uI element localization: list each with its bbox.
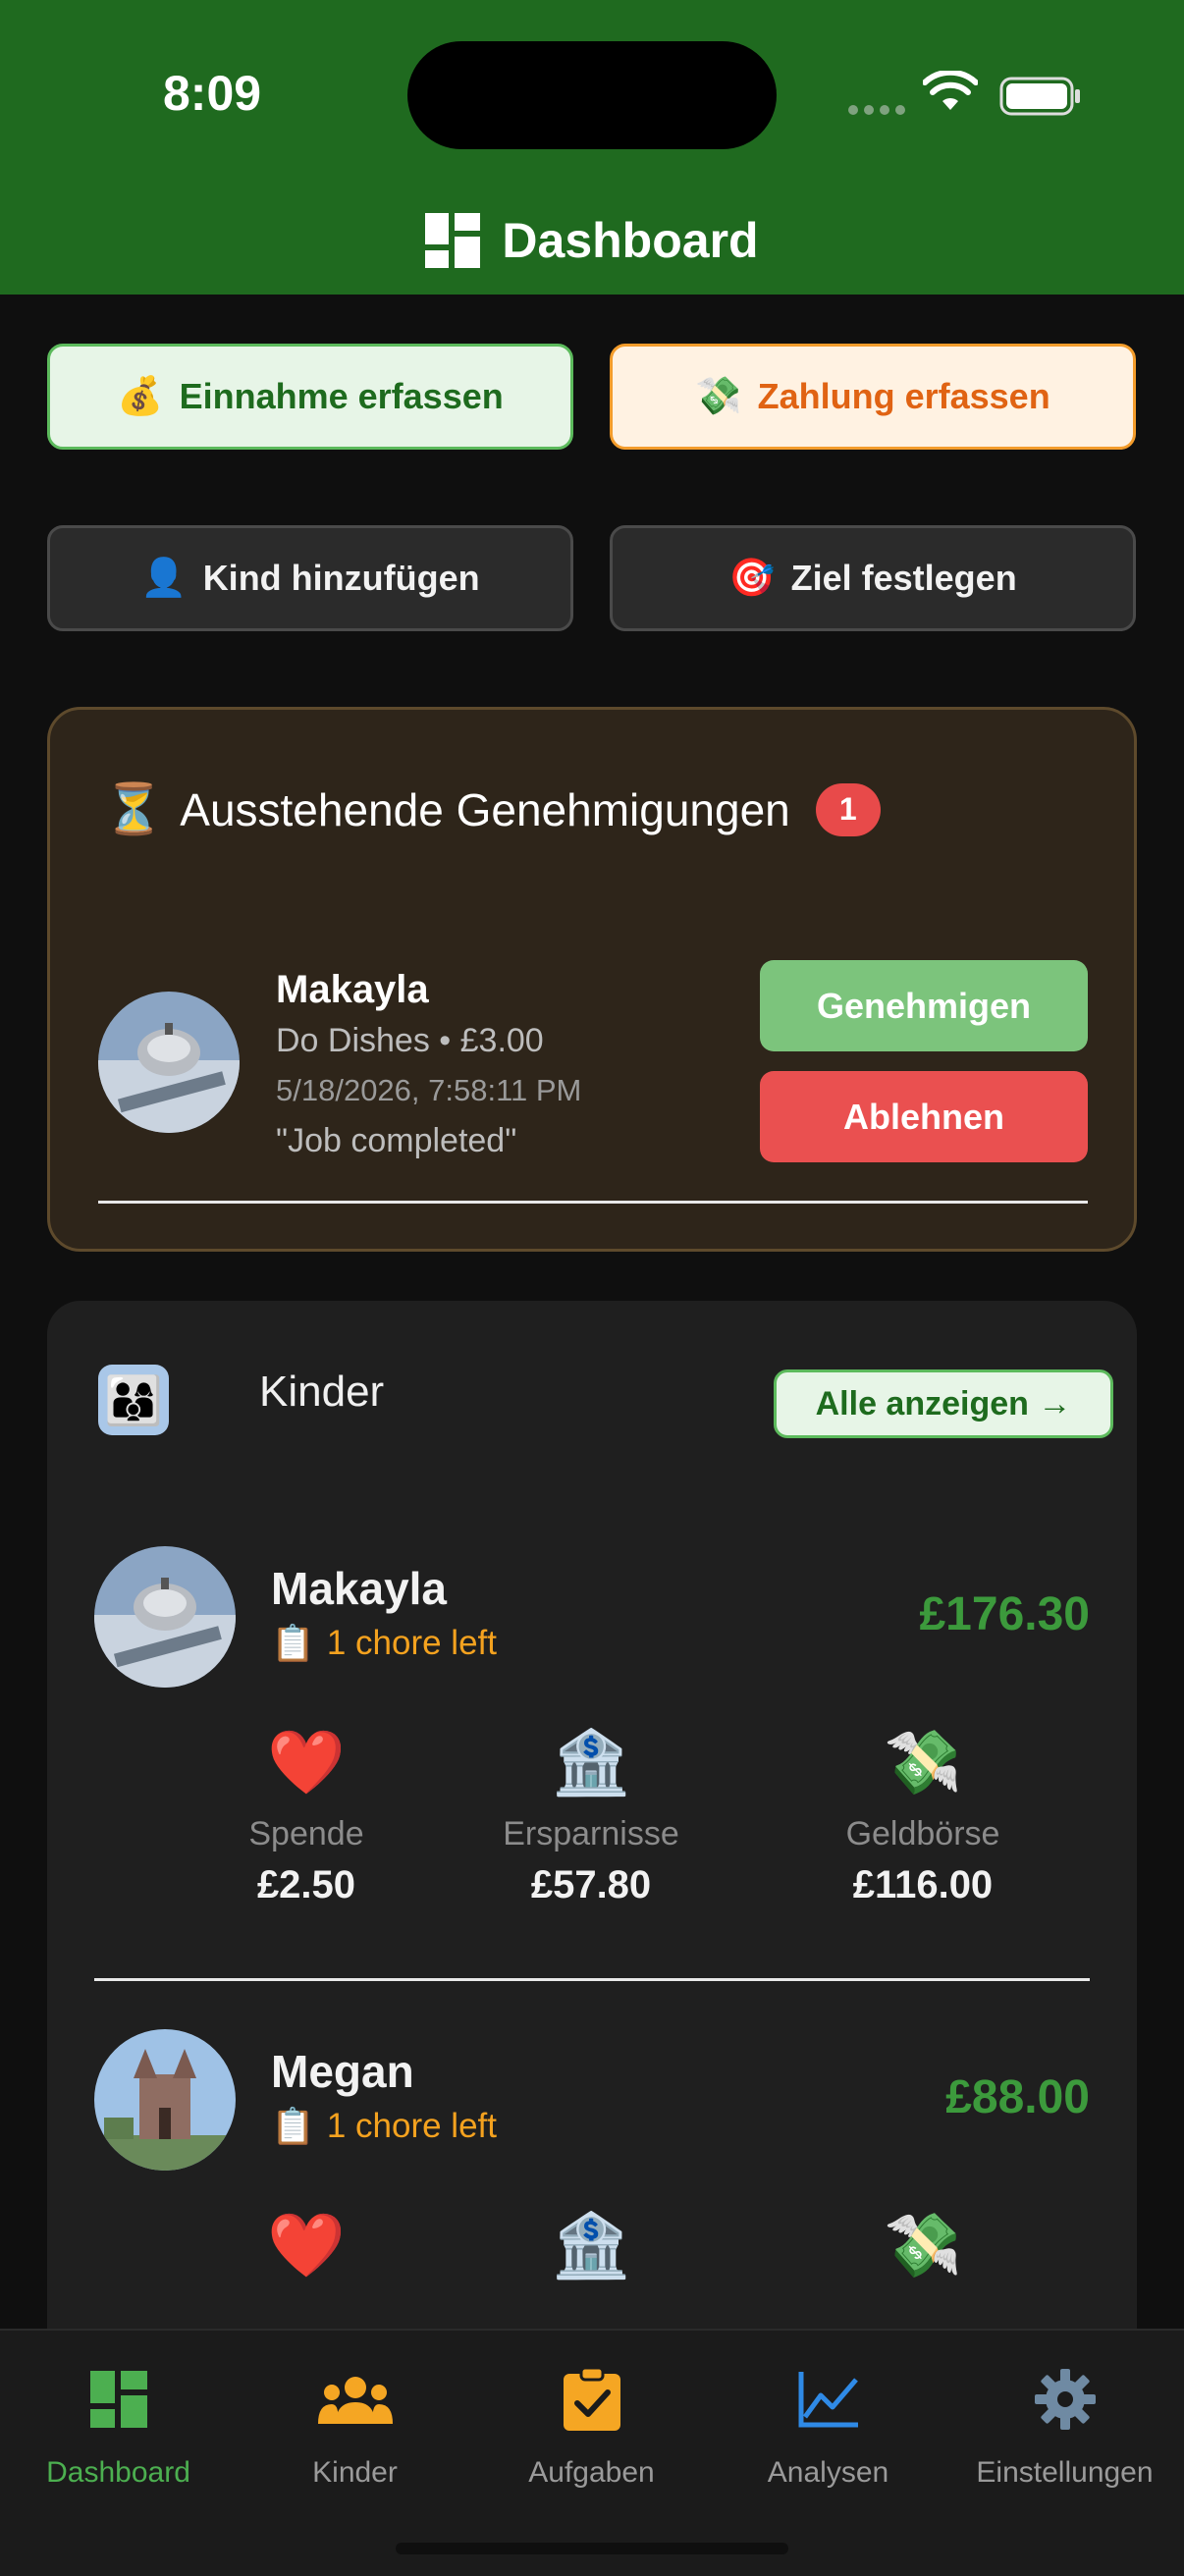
tab-dashboard[interactable]: Dashboard (0, 2360, 237, 2490)
avatar (98, 992, 240, 1133)
reject-button[interactable]: Ablehnen (760, 1071, 1088, 1162)
status-bar: 8:09 (0, 0, 1184, 196)
bucket-value: £2.50 (256, 1863, 356, 1906)
pending-header: ⏳ Ausstehende Genehmigungen 1 (103, 780, 881, 838)
child-balance: £88.00 (945, 2071, 1090, 2123)
bucket-donation: ❤️ (139, 2206, 473, 2284)
tab-label: Aufgaben (528, 2456, 655, 2489)
home-indicator (396, 2543, 788, 2554)
group-icon (237, 2360, 473, 2439)
child-chores: 📋 1 chore left (271, 2106, 497, 2147)
child-balance: £176.30 (919, 1588, 1090, 1640)
header: Dashboard (0, 206, 1184, 275)
set-goal-label: Ziel festlegen (790, 558, 1017, 598)
avatar (94, 1546, 236, 1688)
money-wings-icon: 💸 (884, 1727, 962, 1798)
money-wings-icon: 💸 (695, 376, 742, 417)
clipboard-check-icon (473, 2360, 710, 2439)
add-child-label: Kind hinzufügen (202, 558, 480, 598)
tab-label: Dashboard (46, 2456, 190, 2489)
clipboard-icon: 📋 (271, 1623, 315, 1663)
record-income-button[interactable]: 💰 Einnahme erfassen (47, 344, 573, 450)
show-all-button[interactable]: Alle anzeigen → (774, 1369, 1113, 1438)
child-name: Megan (271, 2046, 414, 2097)
dashboard-icon (425, 213, 481, 268)
pending-title: Ausstehende Genehmigungen (180, 783, 790, 835)
child-name: Makayla (271, 1563, 448, 1614)
bucket-label: Spende (248, 1815, 364, 1852)
record-income-label: Einnahme erfassen (179, 376, 504, 416)
heart-icon: ❤️ (267, 1727, 346, 1798)
hourglass-icon: ⏳ (103, 781, 165, 836)
wifi-icon (923, 71, 978, 110)
bucket-value: £116.00 (852, 1863, 994, 1906)
pending-approvals-card: ⏳ Ausstehende Genehmigungen 1 Makayla Do… (47, 707, 1137, 1252)
tab-einstellungen[interactable]: Einstellungen (946, 2360, 1183, 2490)
pending-datetime: 5/18/2026, 7:58:11 PM (276, 1073, 582, 1107)
divider (98, 1201, 1088, 1204)
bucket-wallet: 💸 Geldbörse £116.00 (756, 1723, 1090, 1907)
cellular-signal-icon (848, 102, 911, 120)
bucket-value: £57.80 (530, 1863, 652, 1906)
tab-aufgaben[interactable]: Aufgaben (473, 2360, 710, 2490)
pending-note: "Job completed" (276, 1122, 517, 1159)
chores-left-label: 1 chore left (326, 2107, 497, 2145)
chores-left-label: 1 chore left (326, 1624, 497, 1662)
bucket-wallet: 💸 (756, 2206, 1090, 2284)
tab-bar: Dashboard Kinder Aufgaben Analysen Einst… (0, 2329, 1184, 2576)
add-child-button[interactable]: 👤 Kind hinzufügen (47, 525, 573, 631)
money-bag-icon: 💰 (117, 376, 164, 417)
set-goal-button[interactable]: 🎯 Ziel festlegen (610, 525, 1136, 631)
bank-icon: 🏦 (552, 2210, 630, 2281)
target-icon: 🎯 (728, 558, 776, 599)
person-icon: 👤 (140, 558, 188, 599)
clipboard-icon: 📋 (271, 2106, 315, 2146)
dynamic-island (407, 41, 777, 149)
bucket-label: Geldbörse (845, 1815, 1000, 1852)
battery-icon (999, 77, 1080, 116)
bucket-savings: 🏦 (424, 2206, 758, 2284)
dashboard-icon (0, 2360, 237, 2439)
money-wings-icon: 💸 (884, 2210, 962, 2281)
divider (94, 1978, 1090, 1981)
child-chores: 📋 1 chore left (271, 1623, 497, 1664)
gear-icon (946, 2360, 1183, 2439)
page-title: Dashboard (502, 213, 759, 268)
tab-kinder[interactable]: Kinder (237, 2360, 473, 2490)
family-icon: 👨‍👩‍👦 (98, 1365, 169, 1435)
tab-label: Einstellungen (976, 2456, 1154, 2489)
tab-label: Analysen (767, 2456, 889, 2489)
record-payment-label: Zahlung erfassen (757, 376, 1050, 416)
avatar (94, 2029, 236, 2171)
tab-analysen[interactable]: Analysen (710, 2360, 946, 2490)
pending-task-amount: Do Dishes • £3.00 (276, 1022, 544, 1059)
bucket-label: Ersparnisse (503, 1815, 679, 1852)
pending-count-badge: 1 (815, 782, 881, 836)
approve-button[interactable]: Genehmigen (760, 960, 1088, 1051)
tab-label: Kinder (312, 2456, 398, 2489)
record-payment-button[interactable]: 💸 Zahlung erfassen (610, 344, 1136, 450)
pending-child-name: Makayla (276, 968, 429, 1011)
status-time: 8:09 (163, 66, 262, 121)
child-row-makayla[interactable]: Makayla 📋 1 chore left £176.30 ❤️ Spende… (47, 1546, 1137, 2027)
chart-line-icon (710, 2360, 946, 2439)
bank-icon: 🏦 (552, 1727, 630, 1798)
heart-icon: ❤️ (267, 2210, 346, 2281)
bucket-savings: 🏦 Ersparnisse £57.80 (424, 1723, 758, 1907)
bucket-donation: ❤️ Spende £2.50 (139, 1723, 473, 1907)
kids-title: Kinder (259, 1368, 385, 1416)
